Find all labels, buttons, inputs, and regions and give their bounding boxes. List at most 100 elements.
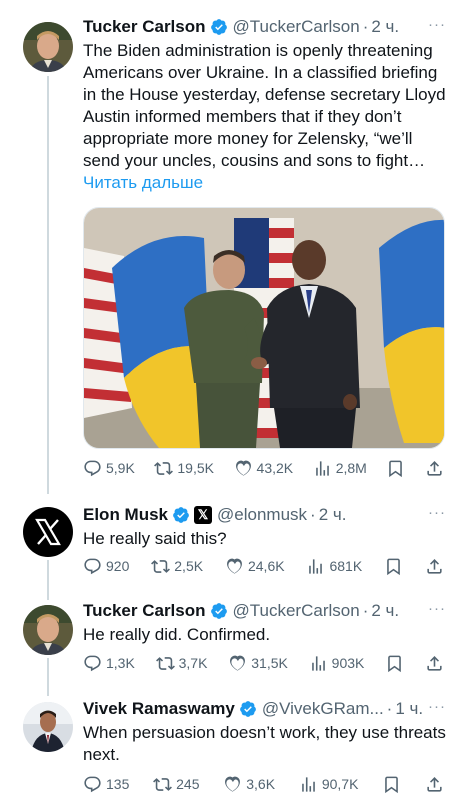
views-icon (315, 460, 329, 476)
affiliation-badge[interactable]: 𝕏 (194, 506, 213, 524)
like-button[interactable]: 3,6K (223, 775, 275, 794)
views-button[interactable]: 2,8M (313, 459, 367, 478)
retweet-icon (155, 656, 175, 670)
action-bar: 5,9K 19,5K 43,2K 2,8M (83, 456, 444, 480)
like-icon (225, 776, 241, 792)
tweet[interactable]: Vivek Ramaswamy @VivekGRam... · 1 ч. ···… (0, 690, 458, 800)
avatar[interactable] (23, 22, 73, 72)
bookmark-button[interactable] (382, 775, 401, 794)
verified-badge-icon (239, 700, 257, 718)
tweet[interactable]: Elon Musk 𝕏 @elonmusk · 2 ч. ··· He real… (0, 490, 458, 590)
like-button[interactable]: 31,5K (228, 654, 288, 673)
more-icon[interactable]: ··· (428, 504, 446, 521)
retweet-button[interactable]: 245 (153, 775, 199, 794)
tweet-text: When persuasion doesn’t work, they use t… (83, 723, 446, 764)
retweet-count: 19,5K (177, 460, 214, 476)
author-handle[interactable]: @TuckerCarlson (233, 17, 360, 37)
like-icon (235, 460, 251, 476)
timestamp[interactable]: 2 ч. (371, 601, 399, 621)
separator-dot: · (386, 699, 393, 718)
retweet-icon (154, 461, 174, 475)
bookmark-icon (388, 655, 402, 672)
views-icon (301, 776, 315, 792)
avatar[interactable] (23, 605, 73, 655)
more-icon[interactable]: ··· (428, 16, 446, 33)
verified-badge-icon (210, 602, 228, 620)
timestamp[interactable]: 2 ч. (371, 17, 399, 37)
like-button[interactable]: 24,6K (225, 557, 285, 576)
separator-dot: · (310, 505, 316, 524)
reply-count: 920 (106, 558, 130, 574)
reply-icon (84, 776, 101, 792)
author-handle[interactable]: @VivekGRam... (262, 699, 384, 719)
share-icon (427, 655, 442, 671)
retweet-icon (151, 559, 171, 573)
views-icon (311, 655, 325, 671)
avatar[interactable] (23, 702, 73, 752)
reply-count: 135 (106, 776, 130, 792)
share-icon (427, 460, 442, 476)
views-count: 681K (329, 558, 363, 574)
retweet-button[interactable]: 19,5K (154, 459, 214, 478)
author-handle[interactable]: @elonmusk (217, 505, 307, 525)
author-name[interactable]: Tucker Carlson (83, 601, 206, 621)
author-handle[interactable]: @TuckerCarlson (233, 601, 360, 621)
like-icon (227, 558, 242, 574)
verified-badge-icon (210, 18, 228, 36)
share-button[interactable] (425, 775, 444, 794)
bookmark-button[interactable] (384, 557, 403, 576)
action-bar: 135 245 3,6K 90,7K (83, 772, 444, 796)
share-icon (427, 776, 442, 792)
action-bar: 920 2,5K 24,6K 681K (83, 554, 444, 578)
reply-button[interactable]: 5,9K (83, 459, 135, 478)
action-bar: 1,3K 3,7K 31,5K 903K (83, 651, 444, 675)
like-count: 24,6K (247, 558, 285, 574)
tweet-body: The Biden administration is openly threa… (83, 41, 446, 170)
like-count: 31,5K (251, 655, 288, 671)
author-name[interactable]: Tucker Carlson (83, 17, 206, 37)
avatar[interactable] (23, 507, 73, 557)
reply-count: 1,3K (106, 655, 135, 671)
timestamp[interactable]: 1 ч. (395, 699, 423, 719)
reply-button[interactable]: 1,3K (83, 654, 135, 673)
timestamp[interactable]: 2 ч. (319, 505, 347, 525)
views-button[interactable]: 903K (309, 654, 364, 673)
author-name[interactable]: Elon Musk (83, 505, 168, 525)
share-icon (427, 558, 442, 574)
share-button[interactable] (425, 557, 444, 576)
bookmark-icon (387, 558, 400, 575)
author-name[interactable]: Vivek Ramaswamy (83, 699, 235, 719)
like-button[interactable]: 43,2K (234, 459, 294, 478)
views-count: 90,7K (321, 776, 359, 792)
views-count: 2,8M (335, 460, 367, 476)
reply-button[interactable]: 135 (83, 775, 129, 794)
bookmark-icon (385, 776, 399, 793)
bookmark-icon (389, 460, 403, 477)
retweet-button[interactable]: 3,7K (155, 654, 208, 673)
retweet-button[interactable]: 2,5K (151, 557, 203, 576)
like-count: 3,6K (246, 776, 276, 792)
share-button[interactable] (425, 654, 444, 673)
like-count: 43,2K (256, 460, 294, 476)
read-more-link[interactable]: Читать дальше (83, 173, 203, 192)
retweet-count: 2,5K (174, 558, 204, 574)
more-icon[interactable]: ··· (428, 698, 446, 715)
reply-icon (84, 460, 101, 476)
more-icon[interactable]: ··· (428, 600, 446, 617)
bookmark-button[interactable] (386, 459, 405, 478)
reply-button[interactable]: 920 (83, 557, 129, 576)
bookmark-button[interactable] (385, 654, 404, 673)
views-button[interactable]: 90,7K (299, 775, 359, 794)
tweet-photo[interactable] (83, 207, 445, 449)
share-button[interactable] (425, 459, 444, 478)
like-icon (230, 655, 246, 671)
retweet-icon (153, 777, 173, 791)
retweet-count: 245 (176, 776, 200, 792)
views-button[interactable]: 681K (306, 557, 362, 576)
tweet[interactable]: Tucker Carlson @TuckerCarlson · 2 ч. ···… (0, 590, 458, 690)
retweet-count: 3,7K (178, 655, 208, 671)
tweet-text: He really said this? (83, 529, 227, 548)
separator-dot: · (362, 17, 369, 36)
tweet[interactable]: Tucker Carlson @TuckerCarlson · 2 ч. ···… (0, 0, 458, 490)
separator-dot: · (362, 601, 369, 620)
